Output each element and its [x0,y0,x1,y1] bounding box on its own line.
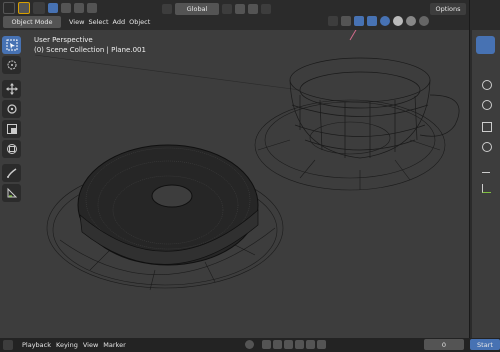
toolbar [2,36,23,202]
select-box-icon[interactable] [2,36,21,54]
select-mode-icon[interactable] [18,2,30,14]
play-reverse-icon[interactable] [284,340,293,349]
mode-label: Object Mode [11,18,53,26]
orientation-icon[interactable] [162,4,172,14]
snap-icon[interactable] [235,4,245,14]
side-annotate-icon[interactable] [482,164,490,173]
shading-material-icon[interactable] [406,16,416,26]
side-rotate-icon[interactable] [482,100,492,110]
timeline-editor-icon[interactable] [3,340,13,350]
side-scale-icon[interactable] [482,122,492,132]
rotate-icon[interactable] [2,100,21,118]
menu-playback[interactable]: Playback [22,341,51,349]
current-frame-field[interactable]: 0 [424,339,464,350]
jump-start-icon[interactable] [262,340,271,349]
view-name: User Perspective [34,36,93,44]
overlays-icon[interactable] [354,16,364,26]
orientation-dropdown[interactable]: Global [175,3,219,15]
box-select-extend-icon[interactable] [61,3,71,13]
menu-add[interactable]: Add [113,18,126,26]
play-icon[interactable] [295,340,304,349]
viewport-canvas[interactable] [0,30,470,338]
start-frame-field[interactable]: Start [470,339,500,350]
mode-dropdown[interactable]: Object Mode [3,16,61,28]
visibility-icon[interactable] [328,16,338,26]
editor-type-icon[interactable] [3,2,15,14]
side-editor [469,0,500,338]
current-frame-value: 0 [441,340,447,349]
orientation-label: Global [186,5,208,13]
annotate-icon[interactable] [2,164,21,182]
shading-solid-icon[interactable] [393,16,403,26]
shading-wireframe-icon[interactable] [380,16,390,26]
shading-rendered-icon[interactable] [419,16,429,26]
falloff-icon[interactable] [261,4,271,14]
scale-icon[interactable] [2,120,21,138]
move-icon[interactable] [2,80,21,98]
next-keyframe-icon[interactable] [306,340,315,349]
viewport-header: Global Options Object Mode View Select A… [0,0,500,30]
box-select-new-icon[interactable] [48,3,58,13]
cursor-icon[interactable] [2,56,21,74]
side-select-icon[interactable] [476,36,495,54]
xray-icon[interactable] [367,16,377,26]
pivot-icon[interactable] [222,4,232,14]
box-select-invert-icon[interactable] [87,3,97,13]
menu-keying[interactable]: Keying [56,341,78,349]
cursor-tool-icon[interactable] [33,2,45,14]
transform-icon[interactable] [2,140,21,158]
start-label: Start [477,340,493,349]
side-transform-icon[interactable] [482,142,492,152]
blender-window: Global Options Object Mode View Select A… [0,0,500,352]
options-button[interactable]: Options [430,3,466,15]
menu-marker[interactable]: Marker [103,341,125,349]
timeline-header: Playback Keying View Marker 0 Start [0,338,500,352]
side-measure-icon[interactable] [482,184,491,193]
record-icon[interactable] [245,340,254,349]
gizmo-icon[interactable] [341,16,351,26]
menu-view[interactable]: View [69,18,84,26]
measure-icon[interactable] [2,184,21,202]
box-select-subtract-icon[interactable] [74,3,84,13]
menu-view-timeline[interactable]: View [83,341,98,349]
menu-object[interactable]: Object [129,18,150,26]
collection-info: (0) Scene Collection | Plane.001 [34,46,146,54]
prev-keyframe-icon[interactable] [273,340,282,349]
side-move-icon[interactable] [482,80,492,90]
donut-mesh [77,144,259,266]
jump-end-icon[interactable] [317,340,326,349]
proportional-edit-icon[interactable] [248,4,258,14]
options-label: Options [435,5,461,13]
menu-select[interactable]: Select [88,18,108,26]
